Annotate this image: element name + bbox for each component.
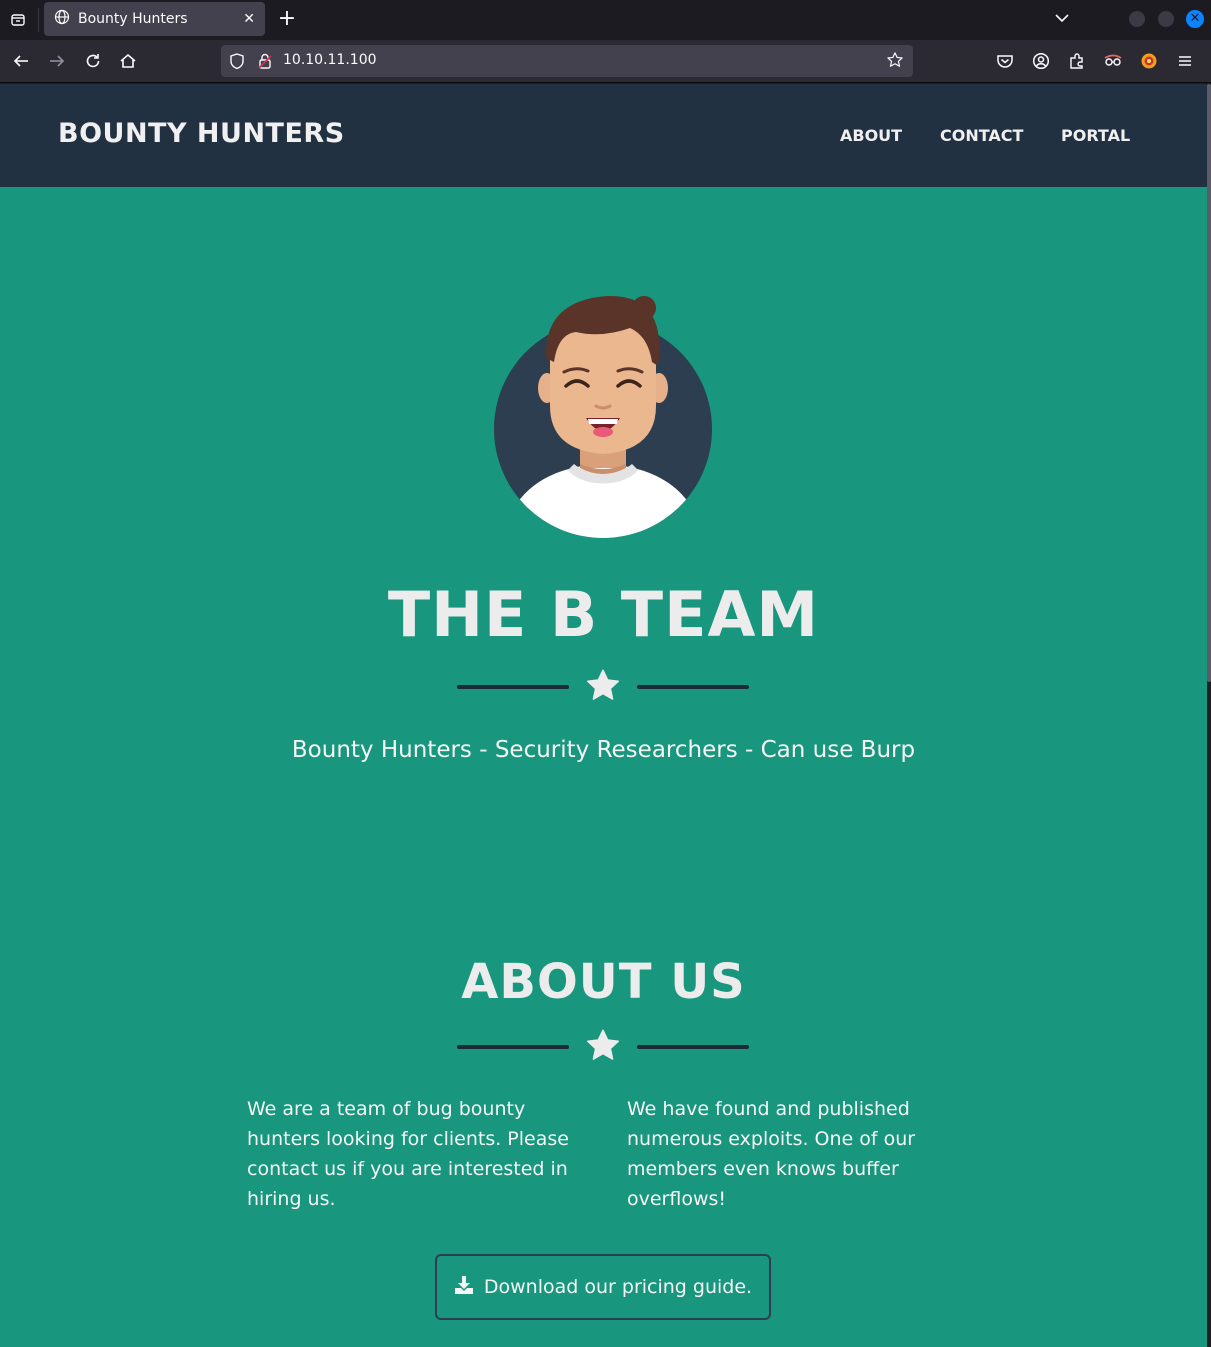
reload-icon[interactable]	[82, 50, 104, 72]
download-pricing-guide-button[interactable]: Download our pricing guide.	[435, 1254, 771, 1320]
nav-link-portal[interactable]: PORTAL	[1061, 126, 1130, 145]
fox-extension-icon[interactable]	[1138, 50, 1160, 72]
about-star-divider	[457, 1028, 750, 1068]
back-arrow-icon[interactable]	[10, 50, 32, 72]
chevron-down-icon[interactable]	[1052, 8, 1072, 28]
browser-tab-active[interactable]: Bounty Hunters ✕	[44, 2, 265, 36]
shield-icon[interactable]	[229, 52, 245, 74]
forward-arrow-icon[interactable]	[46, 50, 68, 72]
page-scrollbar-thumb[interactable]	[1207, 84, 1211, 682]
hero-subtitle: Bounty Hunters - Security Researchers - …	[291, 737, 916, 763]
site-brand[interactable]: BOUNTY HUNTERS	[58, 118, 345, 149]
browser-navigation-bar: 10.10.11.100	[0, 40, 1211, 83]
nav-link-about[interactable]: ABOUT	[840, 126, 902, 145]
hero-title: THE B TEAM	[387, 578, 820, 651]
divider-line-right	[637, 1045, 749, 1049]
nav-link-contact[interactable]: CONTACT	[940, 126, 1023, 145]
globe-icon	[54, 9, 70, 29]
new-tab-button[interactable]: +	[276, 8, 298, 30]
about-text-left: We are a team of bug bounty hunters look…	[247, 1098, 569, 1210]
star-icon	[585, 1028, 621, 1064]
window-close-button[interactable]: ✕	[1186, 10, 1204, 28]
minimize-button[interactable]	[1129, 11, 1145, 27]
divider-line-left	[457, 1045, 569, 1049]
download-icon	[454, 1275, 484, 1300]
account-icon[interactable]	[1030, 50, 1052, 72]
extensions-icon[interactable]	[1066, 50, 1088, 72]
tab-list-icon[interactable]	[0, 0, 36, 40]
web-page: BOUNTY HUNTERS ABOUT CONTACT PORTAL THE …	[0, 84, 1207, 1347]
download-button-label: Download our pricing guide.	[483, 1276, 753, 1298]
browser-tab-bar: Bounty Hunters ✕ + ✕	[0, 0, 1211, 40]
maximize-button[interactable]	[1158, 11, 1174, 27]
avatar-illustration	[492, 288, 714, 540]
url-bar[interactable]: 10.10.11.100	[221, 45, 913, 77]
bookmark-star-icon[interactable]	[886, 51, 904, 73]
hero-star-divider	[457, 668, 750, 708]
hamburger-menu-icon[interactable]	[1174, 50, 1196, 72]
about-title: ABOUT US	[461, 954, 746, 1010]
close-tab-icon[interactable]: ✕	[243, 11, 255, 27]
pocket-icon[interactable]	[994, 50, 1016, 72]
insecure-lock-icon[interactable]	[257, 52, 273, 74]
url-text: 10.10.11.100	[283, 52, 377, 68]
about-text-right: We have found and published numerous exp…	[627, 1098, 916, 1210]
tab-separator	[38, 8, 39, 32]
divider-line-right	[637, 685, 749, 689]
divider-line-left	[457, 685, 569, 689]
tab-title: Bounty Hunters	[78, 11, 188, 27]
star-icon	[585, 668, 621, 704]
home-icon[interactable]	[117, 50, 139, 72]
site-navbar: BOUNTY HUNTERS ABOUT CONTACT PORTAL	[0, 84, 1207, 187]
foxyproxy-extension-icon[interactable]	[1102, 50, 1124, 72]
